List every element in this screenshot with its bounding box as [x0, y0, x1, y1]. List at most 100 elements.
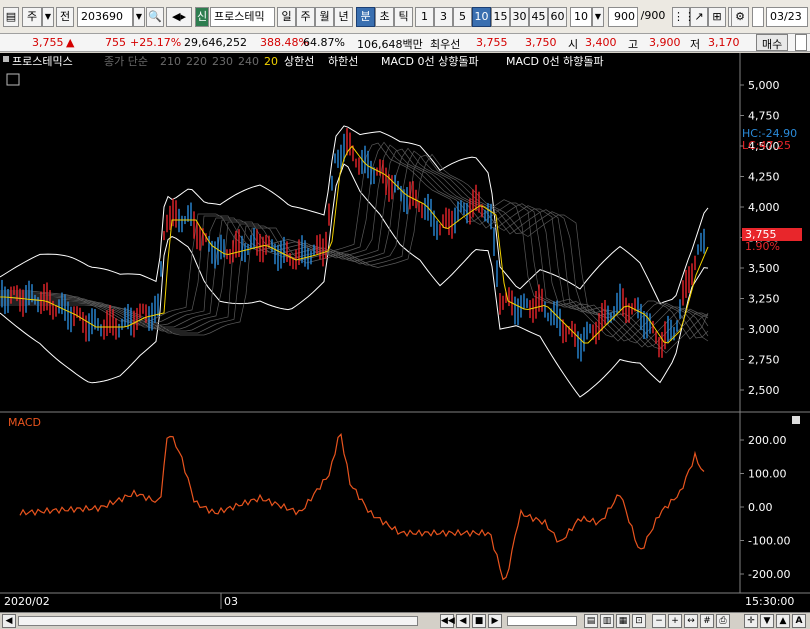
- minute-45[interactable]: 45: [529, 7, 548, 27]
- fit-icon[interactable]: ↔: [684, 614, 698, 628]
- macd-close-icon[interactable]: [792, 416, 800, 424]
- date-input[interactable]: 03/23: [766, 7, 808, 27]
- play-back-icon[interactable]: ◀: [456, 614, 470, 628]
- play-icon[interactable]: ▶: [488, 614, 502, 628]
- layout-icon-1[interactable]: ▤: [584, 614, 598, 628]
- price-tick-label: 4,750: [748, 110, 780, 123]
- legend-macd-up: MACD 0선 상향돌파: [381, 55, 479, 68]
- prev-button[interactable]: 전: [56, 7, 74, 27]
- date-checkbox[interactable]: [752, 7, 764, 27]
- open-label: 시: [568, 38, 579, 51]
- scale-up-icon[interactable]: ▲: [776, 614, 790, 628]
- indicator-icon[interactable]: ⊞: [708, 7, 726, 27]
- stock-code-input[interactable]: 203690: [77, 7, 133, 27]
- chart-table-icon[interactable]: [6, 73, 20, 86]
- scale-down-icon[interactable]: ▼: [760, 614, 774, 628]
- quote-checkbox[interactable]: [795, 34, 807, 51]
- quote-bar: 3,755 ▲ 755 +25.17% 29,646,252 388.48% 6…: [0, 34, 810, 52]
- legend-ma2: 220: [186, 55, 207, 68]
- zoom-out-icon[interactable]: −: [652, 614, 666, 628]
- period-minute[interactable]: 분: [356, 7, 375, 27]
- range-total: /900: [640, 9, 666, 22]
- current-price: 3,755: [32, 36, 64, 49]
- minute-30[interactable]: 30: [510, 7, 529, 27]
- period-tick[interactable]: 틱: [394, 7, 413, 27]
- chart-toolbar: ▤ 주 ▼ 전 203690 ▼ 🔍 ◀▸ 신 프로스테믹 일 주 월 년 분 …: [0, 0, 810, 34]
- up-arrow-icon: ▲: [66, 36, 75, 49]
- low-price: 3,170: [708, 36, 740, 49]
- buy-button[interactable]: 매수: [756, 34, 789, 51]
- print-icon[interactable]: ⎙: [716, 614, 730, 628]
- period-week[interactable]: 주: [296, 7, 315, 27]
- chart-menu-icon[interactable]: ▤: [3, 7, 19, 27]
- code-dropdown-icon[interactable]: ▼: [133, 7, 145, 27]
- rewind-icon[interactable]: ◀◀: [440, 614, 455, 628]
- price-pane: [0, 125, 709, 398]
- minute-15[interactable]: 15: [491, 7, 510, 27]
- minute-1[interactable]: 1: [415, 7, 434, 27]
- range-input[interactable]: 900: [608, 7, 638, 27]
- best-price-label: 최우선: [430, 38, 461, 51]
- minute-60[interactable]: 60: [548, 7, 567, 27]
- upper-band-line: [0, 125, 709, 305]
- current-price-pct: 1.90%: [745, 240, 780, 253]
- compare-icon[interactable]: ⋮⋮: [672, 7, 695, 27]
- lower-band-line: [0, 163, 709, 398]
- scroll-left-icon[interactable]: ◀: [2, 614, 16, 628]
- stock-chart[interactable]: 프로스테믹스 종가 단순 210 220 230 240 20 상한선 하한선 …: [0, 53, 810, 613]
- market-select[interactable]: 주: [22, 7, 42, 27]
- price-tick-label: 3,000: [748, 323, 780, 336]
- price-tick-label: 4,000: [748, 201, 780, 214]
- price-tick-label: 2,750: [748, 354, 780, 367]
- market-dropdown-icon[interactable]: ▼: [42, 7, 54, 27]
- minute-3[interactable]: 3: [434, 7, 453, 27]
- best-bid: 3,750: [525, 36, 557, 49]
- legend-ma5: 20: [264, 55, 278, 68]
- chart-scroll-bar: ◀ ◀◀ ◀ ■ ▶ ▤ ▥ ▦ ⊡ − + ↔ # ⎙ ✛ ▼ ▲ A: [0, 612, 810, 629]
- drawing-icon[interactable]: ↗: [690, 7, 708, 27]
- count-dropdown-icon[interactable]: ▼: [592, 7, 604, 27]
- macd-axis: 200.00 100.00 0.00 -100.00 -200.00: [740, 434, 790, 581]
- macd-tick-label: 100.00: [748, 468, 787, 481]
- trade-amount: 106,648백만: [357, 38, 423, 51]
- legend-upper-band: 상한선: [284, 55, 314, 68]
- layout-icon-4[interactable]: ⊡: [632, 614, 646, 628]
- price-tick-label: 2,500: [748, 384, 780, 397]
- layout-icon-3[interactable]: ▦: [616, 614, 630, 628]
- period-day[interactable]: 일: [277, 7, 296, 27]
- best-ask: 3,755: [476, 36, 508, 49]
- speaker-icon[interactable]: ◀▸: [166, 7, 192, 27]
- layout-icon-2[interactable]: ▥: [600, 614, 614, 628]
- macd-tick-label: 200.00: [748, 434, 787, 447]
- high-label: 고: [628, 38, 639, 51]
- volume: 29,646,252: [184, 36, 247, 49]
- open-price: 3,400: [585, 36, 617, 49]
- macd-line: [19, 433, 705, 581]
- price-tick-label: 4,250: [748, 171, 780, 184]
- search-icon[interactable]: 🔍: [146, 7, 164, 27]
- legend-ma-label: 종가 단순: [104, 55, 148, 68]
- legend-stock-name: 프로스테믹스: [12, 55, 73, 68]
- legend-macd-down: MACD 0선 하향돌파: [506, 54, 604, 68]
- minute-5[interactable]: 5: [453, 7, 472, 27]
- period-second[interactable]: 초: [375, 7, 394, 27]
- period-month[interactable]: 월: [315, 7, 334, 27]
- volume-ratio: 388.48%: [260, 36, 309, 49]
- zoom-in-icon[interactable]: +: [668, 614, 682, 628]
- period-year[interactable]: 년: [334, 7, 353, 27]
- low-label: 저: [690, 38, 701, 51]
- crosshair-icon[interactable]: ✛: [744, 614, 758, 628]
- scroll-track[interactable]: [18, 616, 418, 626]
- minute-10[interactable]: 10: [472, 7, 491, 27]
- macd-tick-label: 0.00: [748, 501, 773, 514]
- settings-icon[interactable]: ⚙: [731, 7, 749, 27]
- zoom-slider[interactable]: [507, 616, 577, 626]
- grid-icon[interactable]: #: [700, 614, 714, 628]
- auto-scale-button[interactable]: A: [792, 614, 806, 628]
- count-input[interactable]: 10: [570, 7, 592, 27]
- time-mid: 03: [224, 595, 238, 608]
- new-badge: 신: [195, 7, 209, 27]
- price-tick-label: 3,500: [748, 262, 780, 275]
- stop-icon[interactable]: ■: [472, 614, 486, 628]
- legend-ma4: 240: [238, 55, 259, 68]
